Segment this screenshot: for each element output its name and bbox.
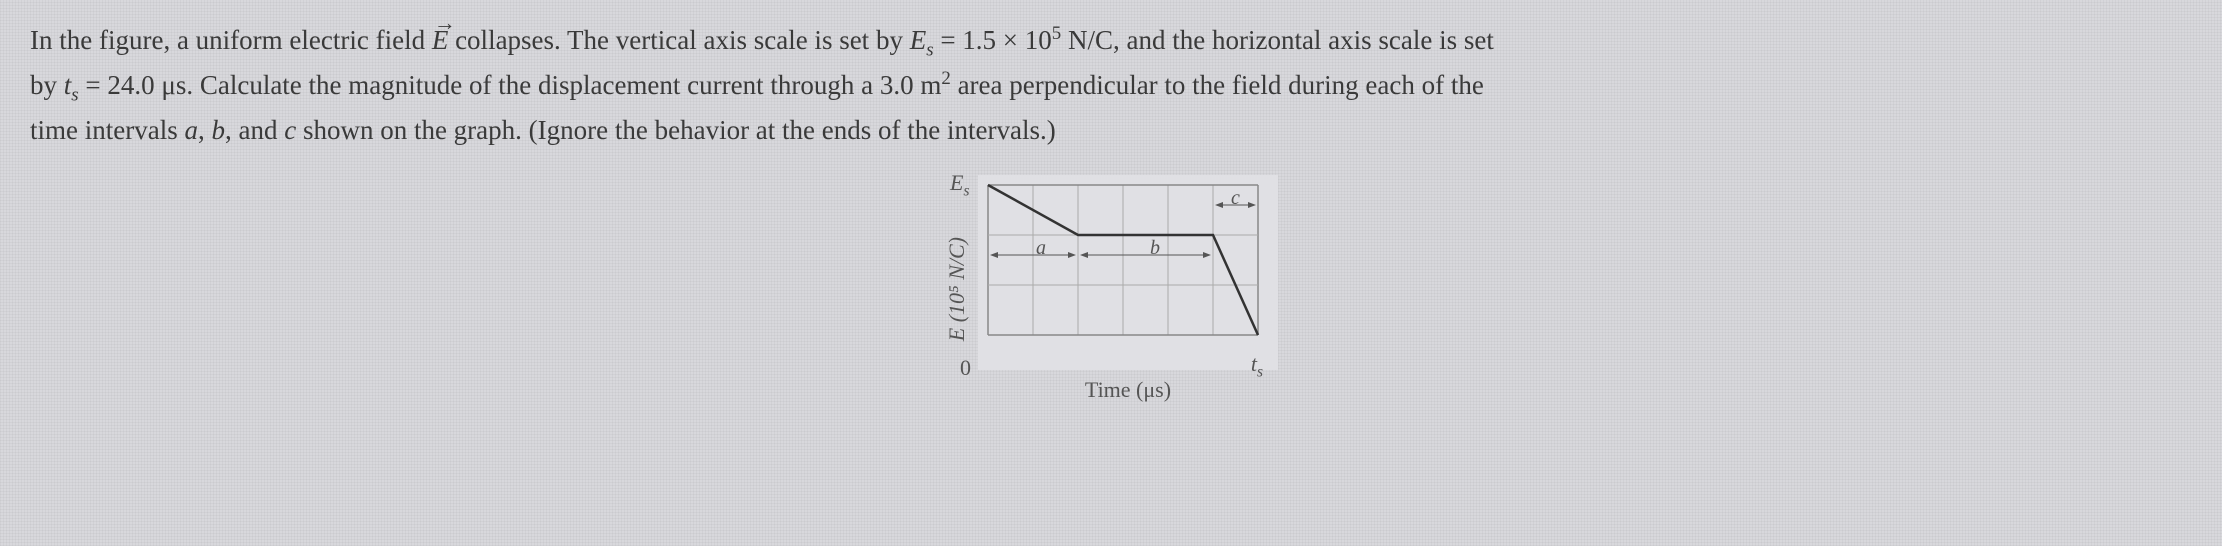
text-segment: by xyxy=(30,70,64,100)
problem-statement: In the figure, a uniform electric field … xyxy=(30,20,2192,150)
var-es: E xyxy=(910,25,927,55)
y-axis-label: E (10⁵ N/C) xyxy=(944,237,970,341)
x-axis-label: Time (μs) xyxy=(978,377,1278,403)
interval-b: b xyxy=(211,115,225,145)
interval-label-c: c xyxy=(1231,187,1240,210)
text-segment: , and xyxy=(225,115,284,145)
chart-wrapper: E (10⁵ N/C) Es 0 ts xyxy=(944,175,1278,403)
interval-label-a: a xyxy=(1036,237,1046,260)
figure-container: E (10⁵ N/C) Es 0 ts xyxy=(30,175,2192,403)
text-segment: = 24.0 μs. Calculate the magnitude of th… xyxy=(79,70,942,100)
sub-s: s xyxy=(926,39,933,60)
sup-5: 5 xyxy=(1052,23,1061,44)
text-segment: collapses. The vertical axis scale is se… xyxy=(448,25,909,55)
tick-var: E xyxy=(950,170,963,195)
text-segment: area perpendicular to the field during e… xyxy=(951,70,1484,100)
text-segment: = 1.5 × 10 xyxy=(934,25,1052,55)
vector-e: E xyxy=(432,20,449,61)
text-segment: N/C, and the horizontal axis scale is se… xyxy=(1061,25,1494,55)
text-segment: time intervals xyxy=(30,115,184,145)
interval-label-b: b xyxy=(1150,237,1160,260)
x-tick-ts: ts xyxy=(1251,351,1263,381)
sub-s: s xyxy=(71,84,78,105)
text-segment: , xyxy=(198,115,212,145)
y-tick-es: Es xyxy=(950,170,969,200)
text-segment: In the figure, a uniform electric field xyxy=(30,25,432,55)
tick-sub: s xyxy=(1257,363,1263,380)
text-segment: shown on the graph. (Ignore the behavior… xyxy=(296,115,1056,145)
interval-a: a xyxy=(184,115,198,145)
y-tick-zero: 0 xyxy=(960,355,971,381)
chart-area: Es 0 ts xyxy=(978,175,1278,403)
interval-c: c xyxy=(284,115,296,145)
sup-2: 2 xyxy=(941,68,950,89)
tick-sub: s xyxy=(963,182,969,199)
